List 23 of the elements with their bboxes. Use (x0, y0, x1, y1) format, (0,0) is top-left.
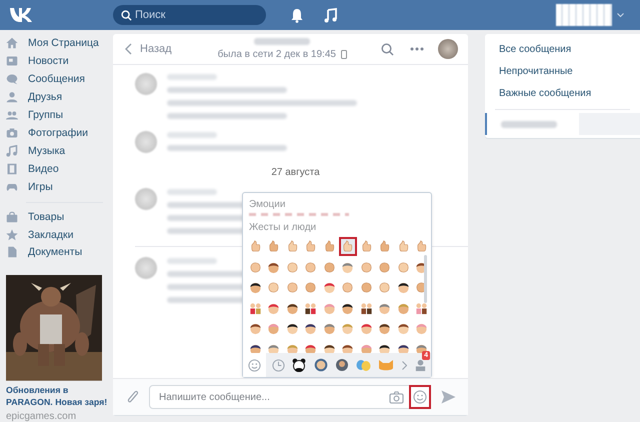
nav-item[interactable]: Товары (6, 208, 113, 226)
search-field[interactable]: Поиск (113, 5, 266, 25)
filter-item[interactable]: Все сообщения (485, 38, 640, 60)
section-title: Эмоции (248, 198, 286, 210)
nav-item[interactable]: Моя Страница (6, 34, 113, 52)
nav-item[interactable]: Новости (6, 52, 113, 70)
ad-title-link[interactable]: Обновления в PARAGON. Новая заря! (6, 384, 110, 408)
ad-domain: epicgames.com (6, 411, 78, 422)
nav-item[interactable]: Группы (6, 106, 113, 124)
nav-item[interactable]: Друзья (6, 88, 113, 106)
section-title: Жесты и люди (248, 221, 318, 233)
filter-item[interactable]: Непрочитанные (485, 60, 640, 82)
last-seen-status: была в сети 2 дек в 19:45 (218, 49, 336, 60)
nav-item[interactable]: Документы (6, 243, 113, 262)
message-field[interactable]: Напишите сообщение... (149, 385, 431, 409)
nav-item[interactable]: Видео (6, 160, 113, 178)
nav-item[interactable]: Музыка (6, 142, 113, 160)
filter-item[interactable]: Важные сообщения (485, 82, 640, 104)
nav-item[interactable]: Фотографии (6, 124, 113, 142)
nav-item[interactable]: Закладки (6, 226, 113, 244)
date-separator: 27 августа (271, 167, 320, 178)
nav-item[interactable]: Сообщения (6, 70, 113, 88)
nav-item[interactable]: Игры (6, 178, 113, 196)
